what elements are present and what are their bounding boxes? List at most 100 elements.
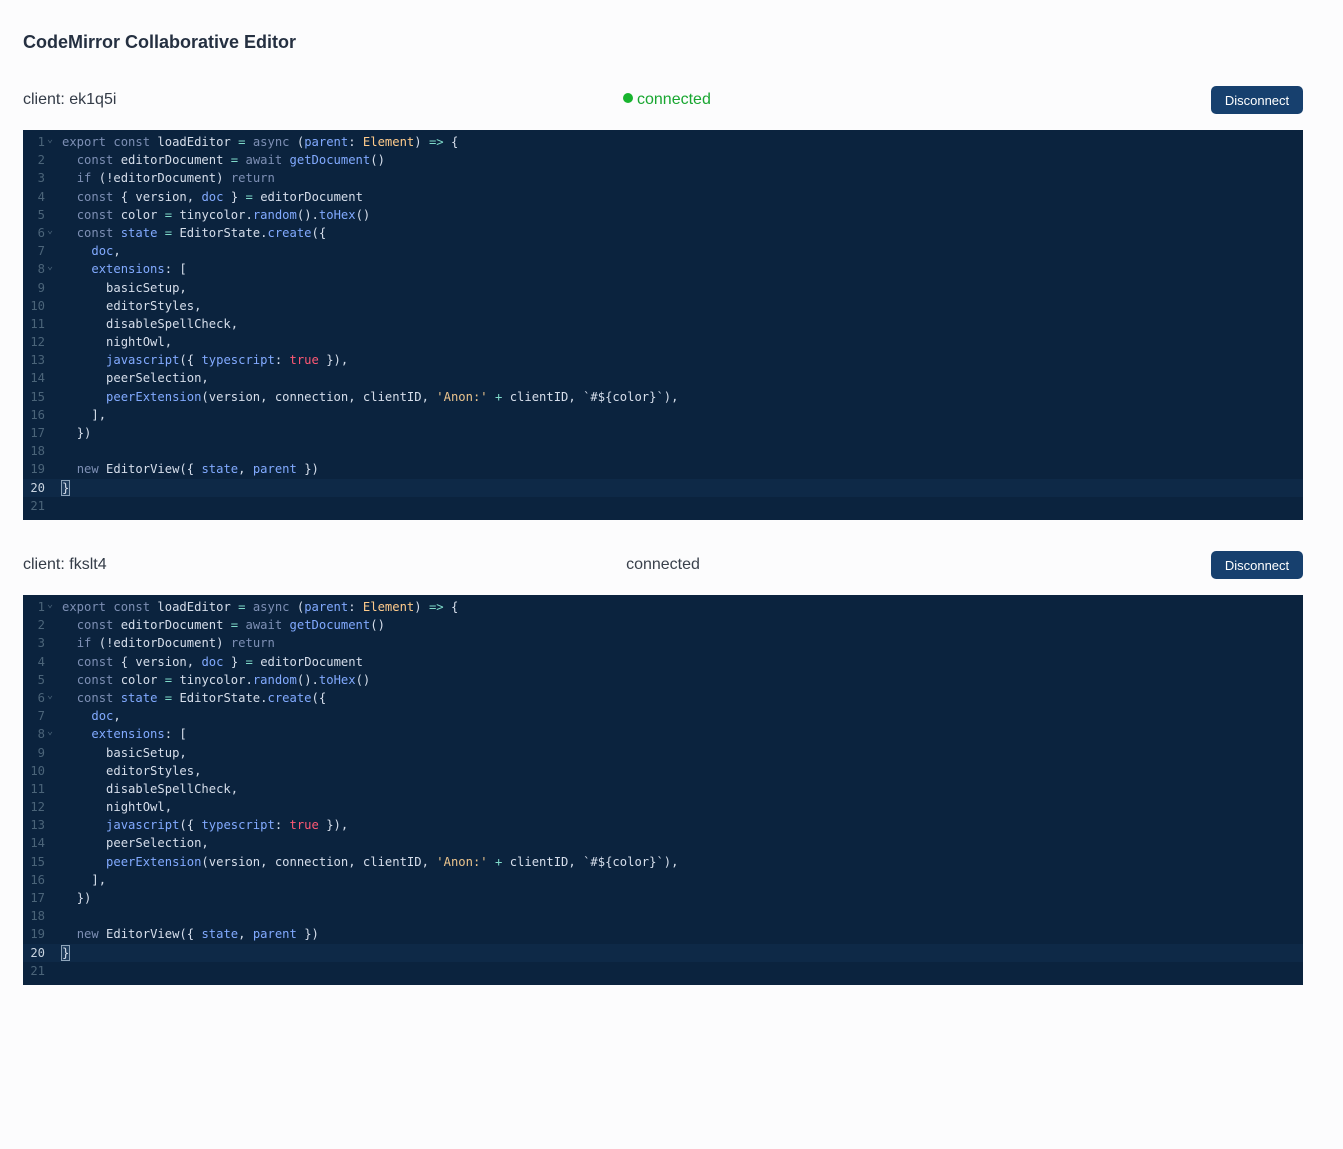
code-line[interactable]: 14 peerSelection, bbox=[23, 369, 1303, 387]
code-line[interactable]: 18 bbox=[23, 907, 1303, 925]
code-line[interactable]: 9 basicSetup, bbox=[23, 744, 1303, 762]
code-line[interactable]: 20} bbox=[23, 943, 1303, 962]
code-line[interactable]: 3 if (!editorDocument) return bbox=[23, 634, 1303, 652]
code-text: editorStyles, bbox=[106, 298, 202, 313]
code-line[interactable]: 19 new EditorView({ state, parent }) bbox=[23, 460, 1303, 478]
code-line[interactable]: 21 bbox=[23, 497, 1303, 515]
code-text: peerExtension(version, connection, clien… bbox=[106, 389, 679, 404]
line-number: 19 bbox=[30, 462, 45, 477]
code-line[interactable]: 3 if (!editorDocument) return bbox=[23, 169, 1303, 187]
code-editor[interactable]: 1 ⌄ export const loadEditor = async (paren… bbox=[23, 130, 1303, 520]
line-number: 17 bbox=[30, 426, 45, 440]
line-number: 12 bbox=[30, 800, 45, 815]
chevron-down-icon[interactable]: ⌄ bbox=[47, 131, 57, 149]
code-line[interactable]: 16 ], bbox=[23, 871, 1303, 889]
code-editor[interactable]: 1 ⌄ export const loadEditor = async (paren… bbox=[23, 595, 1303, 985]
code-line[interactable]: 12 nightOwl, bbox=[23, 333, 1303, 351]
code-text: basicSetup, bbox=[106, 280, 187, 295]
chevron-down-icon[interactable]: ⌄ bbox=[47, 258, 57, 276]
code-line[interactable]: 15 peerExtension(version, connection, cl… bbox=[23, 388, 1303, 406]
code-line[interactable]: 7 doc, bbox=[23, 707, 1303, 725]
code-line[interactable]: 2 const editorDocument = await getDocume… bbox=[23, 151, 1303, 169]
client-panel: client: ek1q5i connected Disconnect 1 ⌄ ex… bbox=[23, 86, 1303, 520]
chevron-down-icon[interactable]: ⌄ bbox=[47, 596, 57, 614]
client-header: client: ek1q5i connected Disconnect bbox=[23, 86, 1303, 116]
code-line[interactable]: 10 editorStyles, bbox=[23, 762, 1303, 780]
chevron-down-icon[interactable]: ⌄ bbox=[47, 723, 57, 741]
code-line[interactable]: 17 }) bbox=[23, 889, 1303, 907]
line-number: 10 bbox=[30, 298, 45, 313]
connection-status-text: connected bbox=[626, 556, 700, 573]
line-number: 15 bbox=[30, 854, 45, 869]
code-text: const { version, doc } = editorDocument bbox=[76, 654, 363, 669]
disconnect-button[interactable]: Disconnect bbox=[1211, 551, 1303, 579]
code-text: } bbox=[60, 944, 71, 961]
code-line[interactable]: 21 bbox=[23, 962, 1303, 980]
code-line[interactable]: 7 doc, bbox=[23, 242, 1303, 260]
code-text: export const loadEditor = async (parent:… bbox=[62, 135, 459, 149]
code-line[interactable]: 4 const { version, doc } = editorDocumen… bbox=[23, 653, 1303, 671]
line-number: 20 bbox=[30, 480, 45, 495]
line-number: 3 bbox=[37, 636, 45, 651]
code-text: ], bbox=[91, 407, 107, 422]
code-line[interactable]: 17 }) bbox=[23, 424, 1303, 442]
text-cursor bbox=[69, 479, 71, 494]
code-line[interactable]: 5 const color = tinycolor.random().toHex… bbox=[23, 671, 1303, 689]
code-text: nightOwl, bbox=[106, 335, 173, 350]
code-text: const editorDocument = await getDocument… bbox=[76, 618, 385, 633]
page-title: CodeMirror Collaborative Editor bbox=[23, 32, 297, 52]
line-number: 16 bbox=[30, 407, 45, 422]
code-text: const editorDocument = await getDocument… bbox=[76, 153, 385, 168]
code-text: new EditorView({ state, parent }) bbox=[76, 927, 319, 942]
code-text: } bbox=[60, 479, 71, 496]
code-line[interactable]: 20} bbox=[23, 478, 1303, 497]
code-line[interactable]: 2 const editorDocument = await getDocume… bbox=[23, 616, 1303, 634]
code-line[interactable]: 8 ⌄ extensions: [ bbox=[23, 260, 1303, 278]
code-line[interactable]: 5 const color = tinycolor.random().toHex… bbox=[23, 206, 1303, 224]
code-text: editorStyles, bbox=[106, 763, 202, 778]
code-line[interactable]: 10 editorStyles, bbox=[23, 297, 1303, 315]
code-line[interactable]: 4 const { version, doc } = editorDocumen… bbox=[23, 188, 1303, 206]
code-line[interactable]: 18 bbox=[23, 442, 1303, 460]
code-line[interactable]: 16 ], bbox=[23, 406, 1303, 424]
code-line[interactable]: 15 peerExtension(version, connection, cl… bbox=[23, 853, 1303, 871]
status-dot-icon bbox=[623, 93, 633, 103]
line-number: 8 bbox=[37, 727, 45, 742]
code-text: disableSpellCheck, bbox=[106, 316, 239, 331]
code-line[interactable]: 14 peerSelection, bbox=[23, 834, 1303, 852]
code-line[interactable]: 19 new EditorView({ state, parent }) bbox=[23, 925, 1303, 943]
line-number: 14 bbox=[30, 836, 45, 851]
line-number: 5 bbox=[37, 672, 45, 687]
code-line[interactable]: 13 javascript({ typescript: true }), bbox=[23, 816, 1303, 834]
line-number: 7 bbox=[37, 244, 45, 259]
code-line[interactable]: 1 ⌄ export const loadEditor = async (paren… bbox=[23, 598, 1303, 616]
line-number: 7 bbox=[37, 709, 45, 724]
code-line[interactable]: 8 ⌄ extensions: [ bbox=[23, 725, 1303, 743]
chevron-down-icon[interactable]: ⌄ bbox=[47, 222, 57, 240]
code-text: if (!editorDocument) return bbox=[76, 171, 275, 186]
code-line[interactable]: 11 disableSpellCheck, bbox=[23, 315, 1303, 333]
code-text: disableSpellCheck, bbox=[106, 781, 239, 796]
line-number: 1 bbox=[37, 600, 45, 614]
code-text: peerExtension(version, connection, clien… bbox=[106, 854, 679, 869]
line-number: 6 bbox=[37, 690, 45, 705]
code-line[interactable]: 13 javascript({ typescript: true }), bbox=[23, 351, 1303, 369]
line-number: 14 bbox=[30, 371, 45, 386]
code-line[interactable]: 6 ⌄ const state = EditorState.create({ bbox=[23, 224, 1303, 242]
code-text: }) bbox=[76, 891, 92, 905]
code-line[interactable]: 12 nightOwl, bbox=[23, 798, 1303, 816]
disconnect-button[interactable]: Disconnect bbox=[1211, 86, 1303, 114]
connection-status: connected bbox=[623, 90, 711, 110]
code-line[interactable]: 11 disableSpellCheck, bbox=[23, 780, 1303, 798]
code-line[interactable]: 6 ⌄ const state = EditorState.create({ bbox=[23, 689, 1303, 707]
line-number: 9 bbox=[37, 745, 45, 760]
line-number: 15 bbox=[30, 389, 45, 404]
code-line[interactable]: 9 basicSetup, bbox=[23, 279, 1303, 297]
code-line[interactable]: 1 ⌄ export const loadEditor = async (paren… bbox=[23, 133, 1303, 151]
line-number: 13 bbox=[30, 353, 45, 368]
code-text: ], bbox=[91, 872, 107, 887]
line-number: 13 bbox=[30, 818, 45, 833]
chevron-down-icon[interactable]: ⌄ bbox=[47, 687, 57, 705]
line-number: 5 bbox=[37, 207, 45, 222]
code-text: extensions: [ bbox=[91, 262, 187, 277]
